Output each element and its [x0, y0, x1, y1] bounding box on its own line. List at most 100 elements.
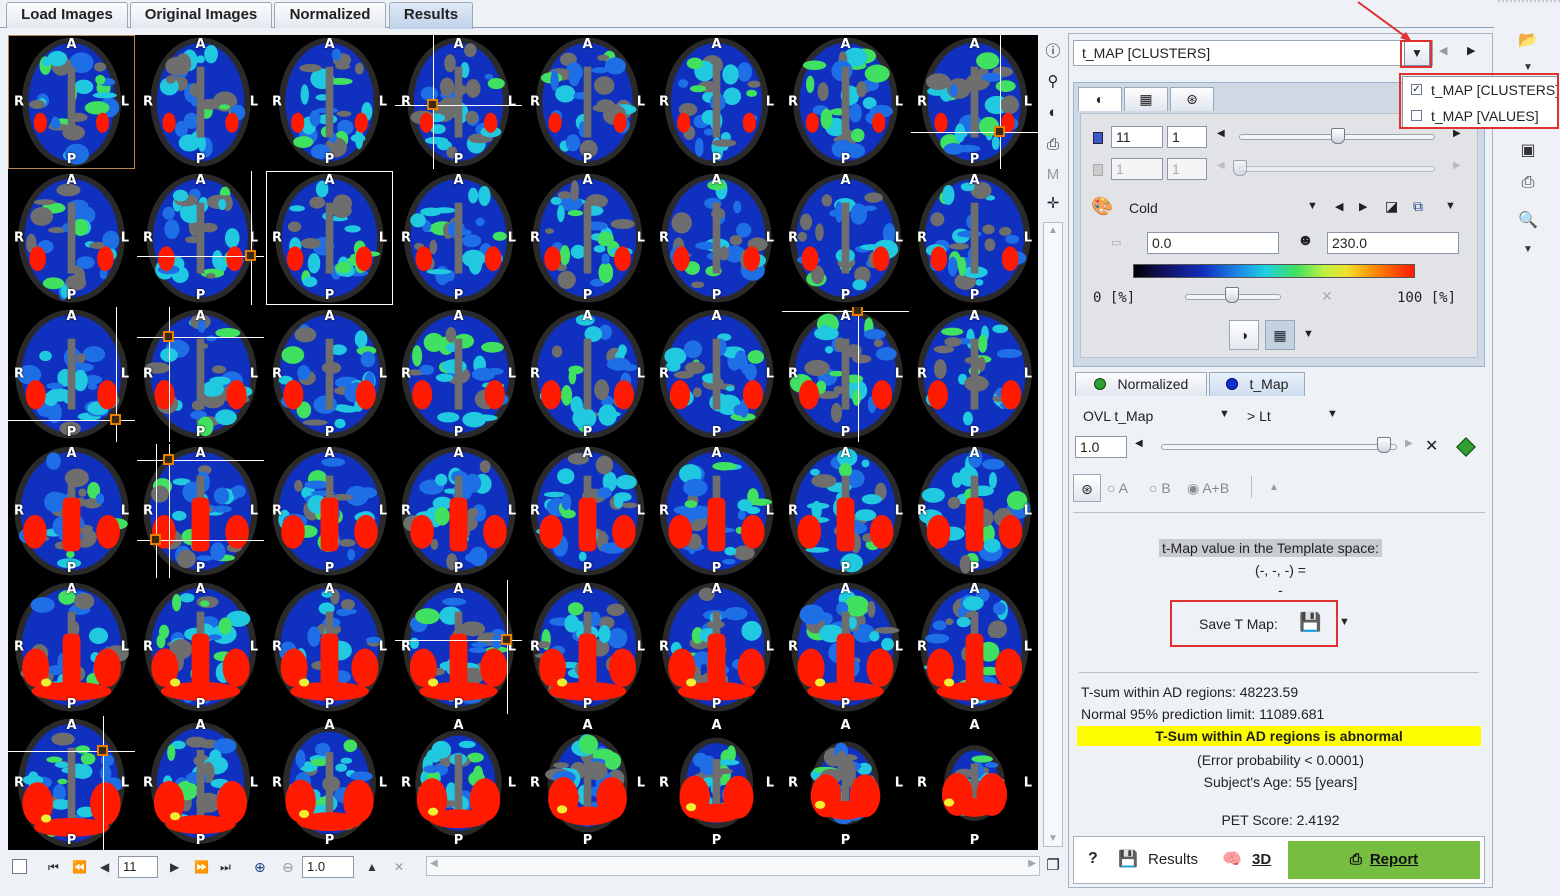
slice-cell[interactable]: APRL — [911, 579, 1038, 714]
fusion-toggle-icon[interactable]: ⊛ — [1073, 474, 1101, 502]
marker-icon[interactable]: M — [1043, 166, 1063, 183]
crosshair-marker[interactable] — [162, 453, 174, 465]
zoom-out-icon[interactable]: ⊖ — [282, 858, 294, 876]
slice-cell[interactable]: APRL — [911, 307, 1038, 442]
slice-cell[interactable]: APRL — [395, 443, 522, 578]
colormap-dropdown-icon[interactable]: ▼ — [1307, 200, 1318, 212]
slice-cell[interactable]: APRL — [782, 307, 909, 442]
magnify-icon[interactable]: 🔍 — [1514, 210, 1542, 230]
window-icon[interactable]: ❐ — [1043, 856, 1063, 874]
capture-icon[interactable]: ⎙ — [1514, 174, 1542, 192]
slice-cell[interactable]: APRL — [137, 35, 264, 170]
crosshair-marker[interactable] — [109, 414, 121, 426]
slice-cell[interactable]: APRL — [395, 579, 522, 714]
threshold-value-field[interactable]: 1.0 — [1075, 436, 1127, 458]
overlay-mode-dropdown-icon[interactable]: ▼ — [1219, 408, 1230, 420]
fast-back-icon[interactable]: ⏪ — [72, 858, 87, 876]
slice-cell[interactable]: APRL — [653, 443, 780, 578]
slice-cell[interactable]: APRL — [653, 579, 780, 714]
slice-cell[interactable]: APRL — [266, 171, 393, 306]
slice-cell[interactable]: APRL — [8, 443, 135, 578]
slice-cell[interactable]: APRL — [524, 579, 651, 714]
checkbox-icon[interactable] — [12, 859, 27, 874]
slice-cell[interactable]: APRL — [911, 35, 1038, 170]
crosshair-marker[interactable] — [427, 98, 439, 110]
reset-icon[interactable]: ✕ — [1321, 288, 1333, 305]
threshold-right-icon[interactable]: ▶ — [1405, 438, 1413, 449]
slice-cell[interactable]: APRL — [8, 715, 135, 850]
horizontal-scrollbar[interactable]: ◀ ▶ — [426, 856, 1040, 876]
slice-cell[interactable]: APRL — [653, 307, 780, 442]
next-series-icon[interactable]: ▶ — [1467, 44, 1475, 57]
tab-load-images[interactable]: Load Images — [6, 2, 128, 28]
colormap-next-icon[interactable]: ▶ — [1359, 200, 1367, 213]
invert-icon[interactable]: ◪ — [1385, 198, 1398, 215]
frame-field[interactable]: 11 — [1111, 126, 1163, 148]
tab-normalized[interactable]: Normalized — [274, 2, 386, 28]
scroll-left-icon[interactable]: ◀ — [430, 858, 438, 869]
slice-cell[interactable]: APRL — [911, 171, 1038, 306]
frame-slider-thumb[interactable] — [1331, 128, 1345, 144]
fast-forward-icon[interactable]: ⏩ — [194, 858, 209, 876]
slice-cell[interactable]: APRL — [137, 307, 264, 442]
report-button[interactable]: ⎙ Report — [1288, 841, 1480, 879]
slice-cell[interactable]: APRL — [395, 307, 522, 442]
slice-cell[interactable]: APRL — [395, 715, 522, 850]
results-button[interactable]: Results — [1148, 851, 1198, 868]
slice-number-field[interactable]: 11 — [118, 856, 158, 878]
crosshair-marker[interactable] — [97, 744, 109, 756]
crosshair-marker[interactable] — [162, 330, 174, 342]
terminal-icon[interactable]: ▣ — [1514, 140, 1542, 160]
min-value-field[interactable]: 0.0 — [1147, 232, 1279, 254]
mode-dropdown-icon[interactable]: ▼ — [1303, 328, 1314, 340]
vertical-scrollbar[interactable]: ▲ ▼ — [1043, 222, 1063, 847]
slice-cell[interactable]: APRL — [266, 443, 393, 578]
slice-cell[interactable]: APRL — [782, 35, 909, 170]
slice-cell[interactable]: APRL — [266, 35, 393, 170]
layout-icon[interactable]: ⚲ — [1043, 72, 1063, 90]
forward-icon[interactable]: ▶ — [170, 858, 179, 876]
green-diamond-icon[interactable] — [1456, 437, 1476, 457]
first-icon[interactable]: ⏮ — [48, 858, 59, 876]
slice-cell[interactable]: APRL — [653, 715, 780, 850]
zoom-in-icon[interactable]: ⊕ — [254, 858, 266, 876]
scroll-up-icon[interactable]: ▲ — [1048, 225, 1058, 236]
contrast-icon[interactable]: ◐ — [1043, 104, 1063, 121]
slice-cell[interactable]: APRL — [266, 579, 393, 714]
radio-a[interactable]: ○ A — [1107, 480, 1128, 496]
threshold-dropdown-icon[interactable]: ▼ — [1327, 408, 1338, 420]
save-dropdown-icon[interactable]: ▼ — [1339, 616, 1350, 628]
slice-cell[interactable]: APRL — [137, 579, 264, 714]
auto-range-icon[interactable]: ☻ — [1297, 232, 1314, 250]
slice-cell[interactable]: APRL — [395, 171, 522, 306]
slice-cell[interactable]: APRL — [137, 443, 264, 578]
tab-original-images[interactable]: Original Images — [130, 2, 272, 28]
radio-b[interactable]: ○ B — [1149, 480, 1171, 496]
triangle-up-icon[interactable]: ▲ — [366, 858, 378, 876]
close-icon[interactable]: ✕ — [1425, 436, 1438, 456]
slice-cell[interactable]: APRL — [911, 443, 1038, 578]
tab-contrast[interactable]: ◐ — [1078, 87, 1122, 111]
slice-cell[interactable]: APRL — [8, 171, 135, 306]
slice-cell[interactable]: APRL — [524, 307, 651, 442]
threshold-mode-label[interactable]: > Lt — [1247, 408, 1271, 424]
threshold-slider-thumb[interactable] — [1377, 437, 1391, 453]
slice-cell[interactable]: APRL — [8, 307, 135, 442]
radio-ab[interactable]: ◉ A+B — [1187, 480, 1229, 497]
tab-layer-tmap[interactable]: t_Map — [1209, 372, 1305, 396]
slice-cell[interactable]: APRL — [8, 35, 135, 170]
zoom-field[interactable]: 1.0 — [302, 856, 354, 878]
crosshair-icon[interactable]: ✛ — [1043, 194, 1063, 212]
slice-cell[interactable]: APRL — [782, 579, 909, 714]
colormap-prev-icon[interactable]: ◀ — [1335, 200, 1343, 213]
collapse-icon[interactable]: ▲ — [1269, 482, 1279, 493]
tools-dropdown-icon[interactable]: ▼ — [1514, 244, 1542, 255]
max-value-field[interactable]: 230.0 — [1327, 232, 1459, 254]
scroll-right-icon[interactable]: ▶ — [1028, 858, 1036, 869]
tab-layer-normalized[interactable]: Normalized — [1075, 372, 1207, 396]
crosshair-marker[interactable] — [150, 534, 162, 546]
slice-cell[interactable]: APRL — [653, 35, 780, 170]
slice-cell[interactable]: APRL — [782, 171, 909, 306]
back-icon[interactable]: ◀ — [100, 858, 109, 876]
slice-cell[interactable]: APRL — [266, 307, 393, 442]
